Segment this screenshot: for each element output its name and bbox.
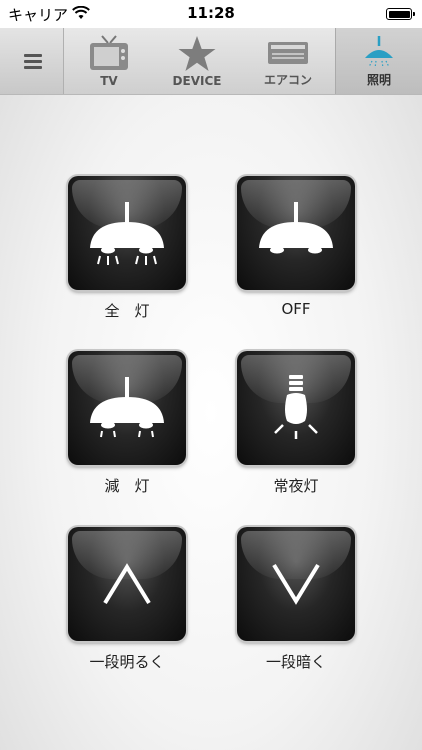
chevron-up-icon	[103, 563, 151, 605]
dim-light-icon	[90, 377, 164, 438]
tab-tv-label: TV	[100, 74, 118, 88]
light-off-label: OFF	[281, 300, 311, 318]
tv-icon	[90, 35, 128, 70]
dim-light-label: 減 灯	[104, 477, 150, 495]
star-icon	[178, 36, 216, 71]
battery-icon	[386, 8, 415, 20]
tab-lighting[interactable]: 照明	[335, 28, 422, 94]
darker-label: 一段暗く	[265, 653, 326, 671]
darker-button[interactable]	[237, 527, 355, 641]
night-light-bulb-icon	[274, 375, 318, 439]
full-light-button[interactable]	[68, 176, 186, 290]
air-conditioner-icon	[268, 42, 308, 64]
hamburger-menu-icon-bar	[24, 60, 42, 63]
tab-tv[interactable]: TV	[65, 28, 153, 94]
light-off-button[interactable]	[237, 176, 355, 290]
status-time: 11:28	[187, 4, 235, 22]
menu-button[interactable]	[0, 28, 64, 94]
brighter-button[interactable]	[68, 527, 186, 641]
full-light-icon	[90, 202, 164, 265]
full-light-label: 全 灯	[104, 302, 150, 320]
dim-light-button[interactable]	[68, 351, 186, 465]
tab-aircon[interactable]: エアコン	[241, 28, 335, 94]
hamburger-menu-icon	[24, 54, 42, 57]
status-bar: キャリア 11:28	[0, 0, 422, 28]
tab-bar: TV DEVICE エアコン 照明	[0, 28, 422, 95]
night-light-label: 常夜灯	[273, 477, 319, 495]
night-light-button[interactable]	[237, 351, 355, 465]
tab-device[interactable]: DEVICE	[153, 28, 241, 94]
chevron-down-icon	[272, 563, 320, 605]
light-off-icon	[259, 202, 333, 254]
brighter-label: 一段明るく	[89, 653, 165, 671]
hamburger-menu-icon-bar	[24, 66, 42, 69]
tab-aircon-label: エアコン	[263, 73, 312, 87]
tab-device-label: DEVICE	[172, 74, 222, 88]
ceiling-light-icon	[365, 36, 393, 69]
tab-lighting-label: 照明	[366, 73, 391, 87]
